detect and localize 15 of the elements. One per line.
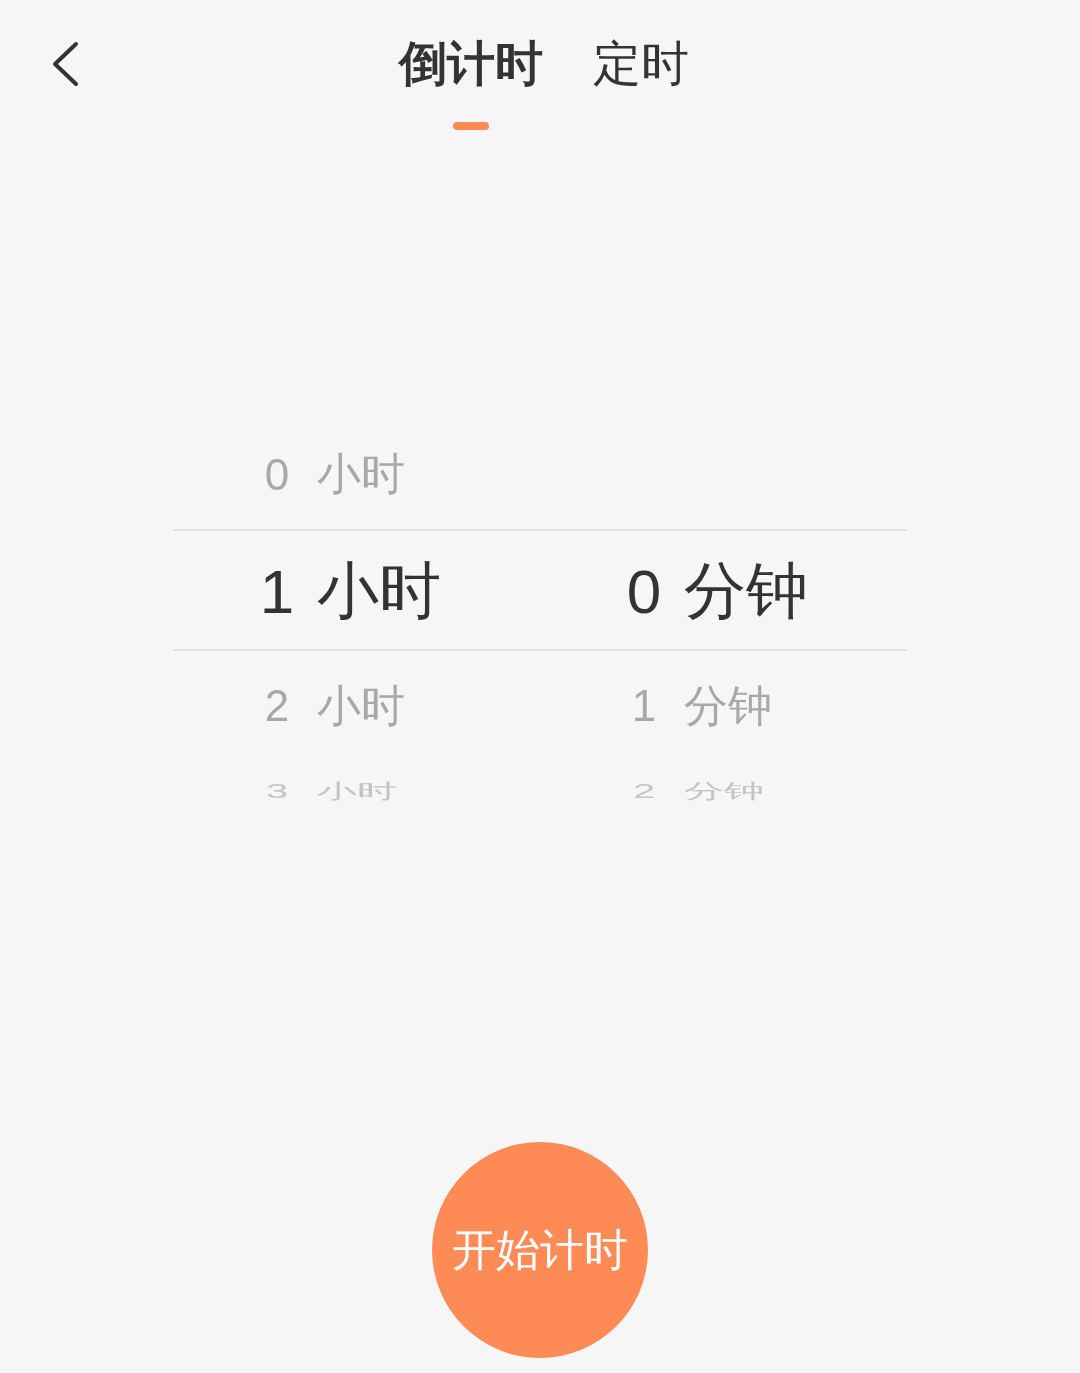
tab-indicator xyxy=(453,122,489,130)
picker-number[interactable]: 0 xyxy=(251,449,303,500)
picker-number[interactable]: 1 xyxy=(618,681,670,731)
picker-unit: 小时 xyxy=(317,555,441,627)
picker-unit: 分钟 xyxy=(684,555,808,627)
picker-number[interactable]: 0 xyxy=(618,555,670,627)
picker-unit: 小时 xyxy=(317,448,405,500)
back-icon[interactable] xyxy=(50,41,80,87)
tab[interactable]: 倒计时 xyxy=(399,34,543,94)
picker-number[interactable]: 1 xyxy=(251,555,303,627)
picker-number[interactable]: 2 xyxy=(251,681,303,731)
picker-unit: 小时 xyxy=(317,679,405,732)
picker-unit: 分钟 xyxy=(684,679,772,732)
tab[interactable]: 定时 xyxy=(593,34,689,94)
start-button[interactable]: 开始计时 xyxy=(432,1142,648,1358)
